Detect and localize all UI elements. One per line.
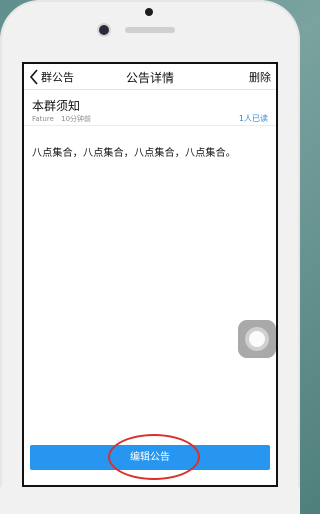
phone-frame: 群公告 公告详情 删除 本群须知 Fature 10分钟前 1人已读 八点集合，… <box>0 0 300 514</box>
navigation-bar: 群公告 公告详情 删除 <box>24 64 276 90</box>
notice-meta: Fature 10分钟前 <box>32 114 91 124</box>
notice-content: 八点集合，八点集合，八点集合，八点集合。 <box>32 148 236 159</box>
app-screen: 群公告 公告详情 删除 本群须知 Fature 10分钟前 1人已读 八点集合，… <box>22 62 278 487</box>
assistive-touch-button[interactable] <box>238 320 276 358</box>
read-count-link[interactable]: 1人已读 <box>239 113 268 124</box>
notice-header: 本群须知 Fature 10分钟前 1人已读 <box>24 90 276 126</box>
post-time: 10分钟前 <box>61 115 92 123</box>
author-name: Fature <box>32 115 54 123</box>
front-camera <box>99 25 109 35</box>
top-sensor-dot <box>145 8 153 16</box>
edit-notice-button[interactable]: 编辑公告 <box>30 445 270 470</box>
notice-title: 本群须知 <box>32 99 81 113</box>
delete-button[interactable]: 删除 <box>249 69 271 85</box>
phone-bottom-bezel <box>0 487 300 514</box>
earpiece-speaker <box>125 27 175 33</box>
assistive-dot-icon <box>249 331 265 347</box>
page-title: 公告详情 <box>125 71 174 85</box>
